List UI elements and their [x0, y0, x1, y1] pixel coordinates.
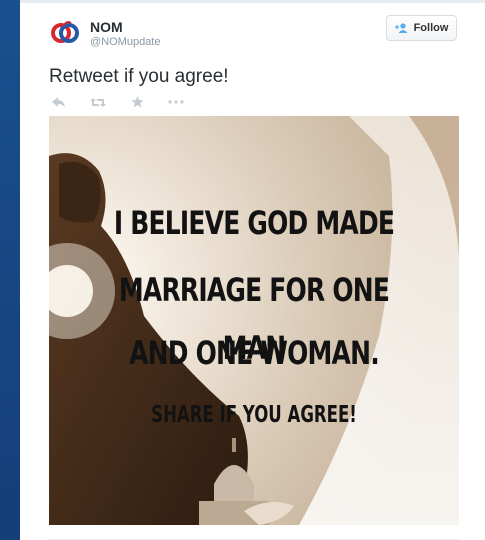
- share-prompt: SHARE IF YOU AGREE!: [151, 402, 357, 428]
- tweet-text: Retweet if you agree!: [49, 66, 229, 87]
- retweet-icon: [90, 97, 106, 107]
- favorite-icon: [130, 96, 144, 108]
- follow-user-icon: [394, 23, 408, 33]
- headline-line-3: AND ONE WOMAN.: [129, 334, 380, 372]
- tweet-actions: [48, 92, 204, 112]
- headline-line-1: I BELIEVE GOD MADE: [113, 204, 395, 242]
- reply-icon: [52, 96, 65, 108]
- left-page-edge: [0, 0, 20, 540]
- favorite-button[interactable]: [126, 92, 148, 112]
- reply-button[interactable]: [48, 92, 70, 112]
- tweet-media-image[interactable]: I BELIEVE GOD MADE MARRIAGE FOR ONE MAN …: [49, 116, 459, 525]
- more-button[interactable]: [165, 92, 187, 112]
- author-name[interactable]: NOM: [90, 19, 123, 35]
- tweet-card: NOM @NOMupdate Follow Retweet if you agr…: [20, 3, 485, 540]
- author-handle[interactable]: @NOMupdate: [90, 36, 160, 49]
- retweet-button[interactable]: [87, 92, 109, 112]
- avatar[interactable]: [50, 17, 80, 47]
- follow-label: Follow: [413, 22, 449, 34]
- more-icon: [168, 100, 184, 104]
- follow-button[interactable]: Follow: [386, 15, 457, 41]
- nom-logo-icon: [51, 21, 79, 43]
